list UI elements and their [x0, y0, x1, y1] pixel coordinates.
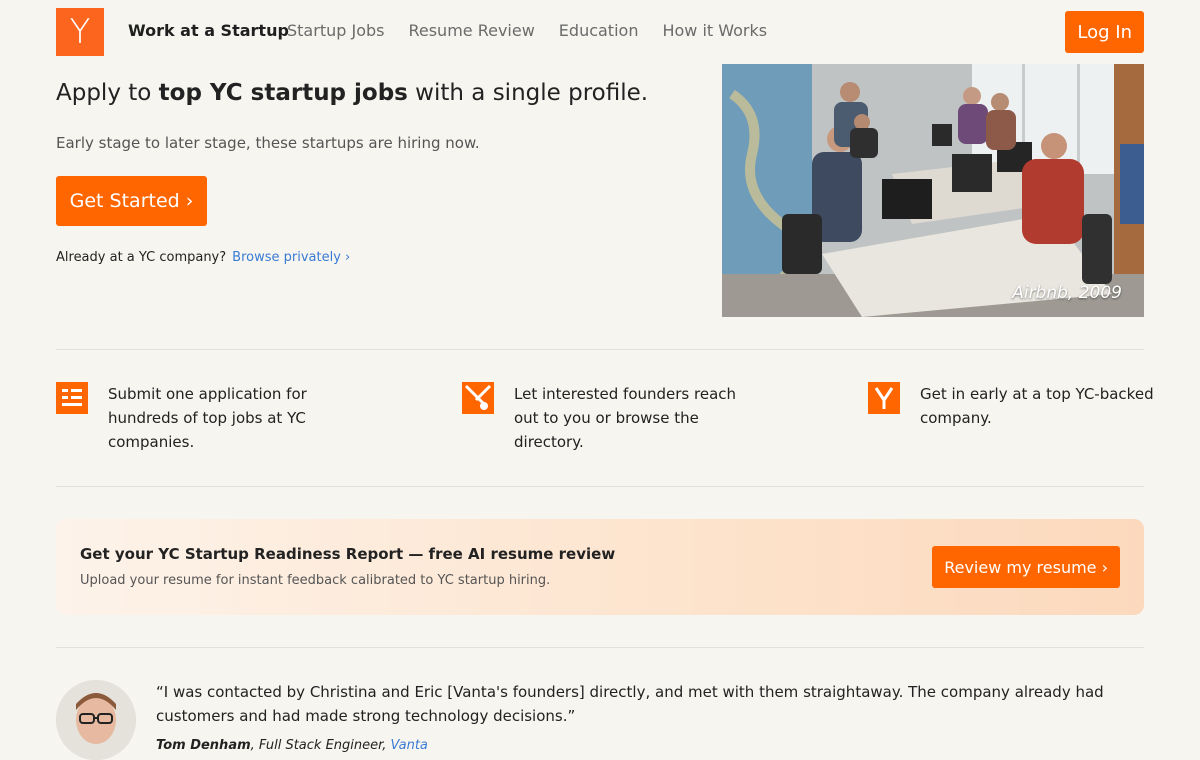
feature-early-text: Get in early at a top YC-backed company. [920, 385, 1154, 427]
divider [56, 486, 1144, 487]
banner-subtitle: Upload your resume for instant feedback … [80, 573, 551, 588]
nav-how-it-works[interactable]: How it Works [662, 21, 767, 40]
photo-caption: Airbnb, 2009 [1012, 283, 1122, 303]
divider [56, 647, 1144, 648]
yc-logo-icon [868, 382, 900, 414]
feature-apply-text: Submit one application for hundreds of t… [108, 385, 307, 451]
site-header: Y Work at a Startup Startup Jobs Resume … [0, 0, 1200, 64]
avatar [56, 680, 136, 760]
author-role: , Full Stack Engineer, [250, 738, 391, 753]
application-form-icon [56, 382, 88, 414]
already-text: Already at a YC company? [56, 250, 227, 265]
office-photo: Airbnb, 2009 [722, 64, 1144, 317]
nav-resume-review[interactable]: Resume Review [408, 21, 534, 40]
office-photo-illustration [722, 64, 1144, 317]
hero-title-bold: top YC startup jobs [158, 80, 408, 106]
feature-founders-text: Let interested founders reach out to you… [514, 385, 737, 451]
author-name: Tom Denham [156, 738, 251, 753]
connect-icon [462, 382, 494, 414]
company-link[interactable]: Vanta [391, 738, 428, 753]
hero-subtitle: Early stage to later stage, these startu… [56, 134, 480, 152]
yc-logo[interactable]: Y [56, 8, 104, 56]
nav-startup-jobs[interactable]: Startup Jobs [287, 21, 384, 40]
login-button[interactable]: Log In [1065, 11, 1144, 53]
hero-title-post: with a single profile. [407, 80, 649, 106]
hero-title-pre: Apply to [56, 80, 159, 106]
browse-privately-link[interactable]: Browse privately › [232, 250, 350, 265]
hero-title: Apply to top YC startup jobs with a sing… [56, 80, 648, 106]
get-started-button[interactable]: Get Started › [56, 176, 207, 226]
main-nav: Startup Jobs Resume Review Education How… [287, 21, 767, 40]
brand-link[interactable]: Work at a Startup [128, 21, 289, 40]
nav-education[interactable]: Education [559, 21, 639, 40]
testimonial-author: Tom Denham, Full Stack Engineer, Vanta [156, 738, 428, 753]
testimonial-quote: “I was contacted by Christina and Eric [… [156, 683, 1104, 725]
already-at-yc: Already at a YC company? Browse privately… [56, 250, 350, 265]
banner-title: Get your YC Startup Readiness Report — f… [80, 545, 616, 563]
divider [56, 349, 1144, 350]
review-resume-button[interactable]: Review my resume › [932, 546, 1120, 588]
resume-review-banner: Get your YC Startup Readiness Report — f… [56, 519, 1144, 615]
avatar-illustration [56, 680, 136, 760]
